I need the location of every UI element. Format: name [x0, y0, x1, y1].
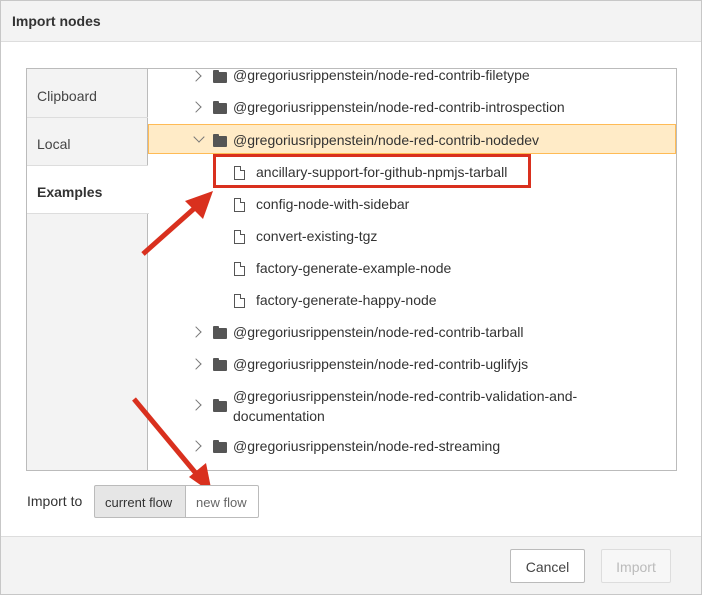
import-to-label: Import to [27, 493, 83, 509]
new-flow-button[interactable]: new flow [186, 485, 259, 518]
import-target-toggle: current flow new flow [94, 485, 259, 518]
current-flow-button[interactable]: current flow [94, 485, 186, 518]
arrow-to-highlight [141, 204, 199, 256]
import-nodes-dialog: Import nodes Clipboard Local Examples @g… [0, 0, 702, 595]
arrow-to-new-flow [132, 397, 201, 479]
import-button[interactable]: Import [601, 549, 671, 583]
cancel-button[interactable]: Cancel [510, 549, 585, 583]
dialog-footer: Cancel Import [1, 536, 701, 594]
